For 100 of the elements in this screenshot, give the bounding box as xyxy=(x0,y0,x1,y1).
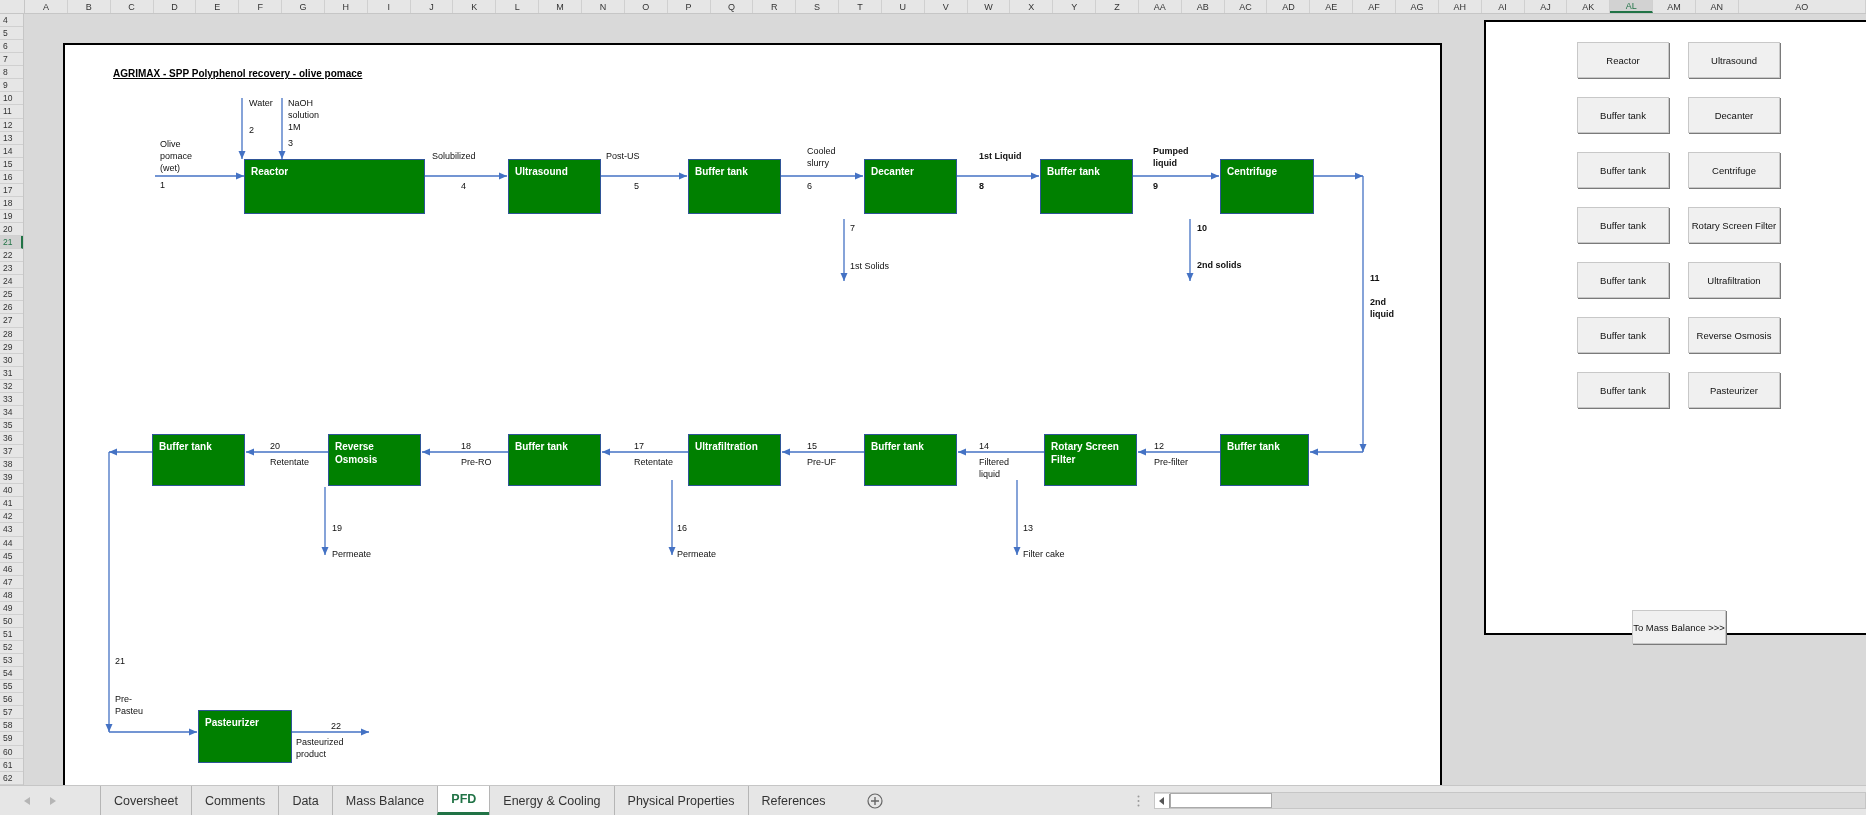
column-header[interactable]: W xyxy=(967,0,1011,13)
sheet-tab[interactable]: Comments xyxy=(190,786,279,815)
row-header[interactable]: 26 xyxy=(0,301,23,315)
mass-balance-button[interactable]: To Mass Balance >>> xyxy=(1632,610,1726,644)
column-header[interactable]: AI xyxy=(1481,0,1525,13)
unit-button[interactable]: Buffer tank xyxy=(1577,372,1669,408)
row-header[interactable]: 42 xyxy=(0,510,23,524)
column-header[interactable]: N xyxy=(581,0,625,13)
unit-button[interactable]: Buffer tank xyxy=(1577,152,1669,188)
sheet-tab[interactable]: Coversheet xyxy=(100,786,191,815)
row-header[interactable]: 41 xyxy=(0,497,23,511)
row-header[interactable]: 49 xyxy=(0,601,23,615)
row-header[interactable]: 14 xyxy=(0,144,23,158)
column-header[interactable]: D xyxy=(153,0,197,13)
column-header[interactable]: T xyxy=(839,0,882,13)
row-header[interactable]: 24 xyxy=(0,275,23,289)
row-header[interactable]: 57 xyxy=(0,706,23,720)
row-header[interactable]: 18 xyxy=(0,196,23,210)
row-header[interactable]: 59 xyxy=(0,732,23,746)
column-header[interactable]: B xyxy=(67,0,111,13)
unit-button[interactable]: Buffer tank xyxy=(1577,207,1669,243)
column-header[interactable]: AE xyxy=(1310,0,1354,13)
horizontal-scrollbar[interactable] xyxy=(1153,792,1866,809)
column-header[interactable]: AL xyxy=(1610,0,1654,13)
scrollbar-thumb[interactable] xyxy=(1169,793,1272,808)
unit-button[interactable]: Ultrafiltration xyxy=(1688,262,1780,298)
row-header[interactable]: 11 xyxy=(0,105,23,119)
column-header[interactable]: A xyxy=(25,0,68,13)
row-header[interactable]: 43 xyxy=(0,523,23,537)
row-header[interactable]: 35 xyxy=(0,418,23,432)
row-header[interactable]: 29 xyxy=(0,340,23,354)
row-header[interactable]: 50 xyxy=(0,614,23,628)
row-header[interactable]: 62 xyxy=(0,771,23,785)
column-header[interactable]: J xyxy=(410,0,454,13)
row-header[interactable]: 9 xyxy=(0,79,23,93)
row-header[interactable]: 10 xyxy=(0,92,23,106)
column-header[interactable]: AF xyxy=(1353,0,1396,13)
row-header[interactable]: 4 xyxy=(0,14,23,28)
row-header[interactable]: 33 xyxy=(0,392,23,406)
unit-button[interactable]: Pasteurizer xyxy=(1688,372,1780,408)
column-header[interactable]: Y xyxy=(1053,0,1097,13)
row-header[interactable]: 61 xyxy=(0,758,23,772)
row-header[interactable]: 15 xyxy=(0,157,23,171)
row-header[interactable]: 12 xyxy=(0,118,23,132)
column-header[interactable]: AM xyxy=(1653,0,1696,13)
column-header[interactable]: V xyxy=(924,0,968,13)
row-header[interactable]: 8 xyxy=(0,66,23,80)
row-header[interactable]: 16 xyxy=(0,170,23,184)
sheet-tab[interactable]: PFD xyxy=(437,786,490,815)
row-header[interactable]: 30 xyxy=(0,353,23,367)
column-header[interactable]: R xyxy=(753,0,797,13)
column-header[interactable]: F xyxy=(239,0,283,13)
row-header[interactable]: 5 xyxy=(0,27,23,41)
sheet-tab[interactable]: Physical Properties xyxy=(613,786,748,815)
column-header[interactable]: E xyxy=(196,0,240,13)
sheet-tab[interactable]: Data xyxy=(278,786,332,815)
column-header[interactable]: AB xyxy=(1181,0,1225,13)
column-header[interactable]: AC xyxy=(1224,0,1268,13)
row-header[interactable]: 53 xyxy=(0,654,23,668)
column-header[interactable]: X xyxy=(1010,0,1054,13)
row-header[interactable]: 34 xyxy=(0,405,23,419)
column-header[interactable]: P xyxy=(667,0,711,13)
unit-button[interactable]: Decanter xyxy=(1688,97,1780,133)
column-header[interactable]: AA xyxy=(1138,0,1182,13)
row-header[interactable]: 21 xyxy=(0,236,23,250)
column-header[interactable]: I xyxy=(367,0,411,13)
row-header[interactable]: 32 xyxy=(0,379,23,393)
row-header[interactable]: 46 xyxy=(0,562,23,576)
column-header[interactable]: M xyxy=(539,0,582,13)
column-header[interactable]: K xyxy=(453,0,497,13)
column-header[interactable]: AD xyxy=(1267,0,1311,13)
column-header[interactable]: AN xyxy=(1695,0,1739,13)
column-header[interactable]: U xyxy=(881,0,925,13)
row-header[interactable]: 60 xyxy=(0,745,23,759)
row-header[interactable]: 47 xyxy=(0,575,23,589)
row-header[interactable]: 56 xyxy=(0,693,23,707)
row-header[interactable]: 25 xyxy=(0,288,23,302)
row-header[interactable]: 36 xyxy=(0,432,23,446)
splitter-handle-icon[interactable] xyxy=(1136,794,1140,807)
row-header[interactable]: 13 xyxy=(0,131,23,145)
row-header[interactable]: 55 xyxy=(0,680,23,694)
column-header[interactable]: AO xyxy=(1738,0,1866,13)
column-header[interactable]: Q xyxy=(710,0,754,13)
row-header[interactable]: 23 xyxy=(0,262,23,276)
row-header[interactable]: 7 xyxy=(0,53,23,67)
row-header[interactable]: 39 xyxy=(0,471,23,485)
row-header[interactable]: 22 xyxy=(0,249,23,263)
row-header[interactable]: 31 xyxy=(0,366,23,380)
unit-button[interactable]: Ultrasound xyxy=(1688,42,1780,78)
add-sheet-icon[interactable] xyxy=(866,792,883,809)
column-header[interactable]: C xyxy=(110,0,154,13)
unit-button[interactable]: Buffer tank xyxy=(1577,262,1669,298)
scroll-right-icon[interactable] xyxy=(50,796,56,805)
column-header[interactable]: S xyxy=(796,0,840,13)
unit-button[interactable]: Reverse Osmosis xyxy=(1688,317,1780,353)
unit-button[interactable]: Centrifuge xyxy=(1688,152,1780,188)
scroll-left-icon[interactable] xyxy=(1154,793,1170,808)
row-header[interactable]: 52 xyxy=(0,641,23,655)
row-header[interactable]: 17 xyxy=(0,183,23,197)
sheet-tab[interactable]: Energy & Cooling xyxy=(489,786,614,815)
